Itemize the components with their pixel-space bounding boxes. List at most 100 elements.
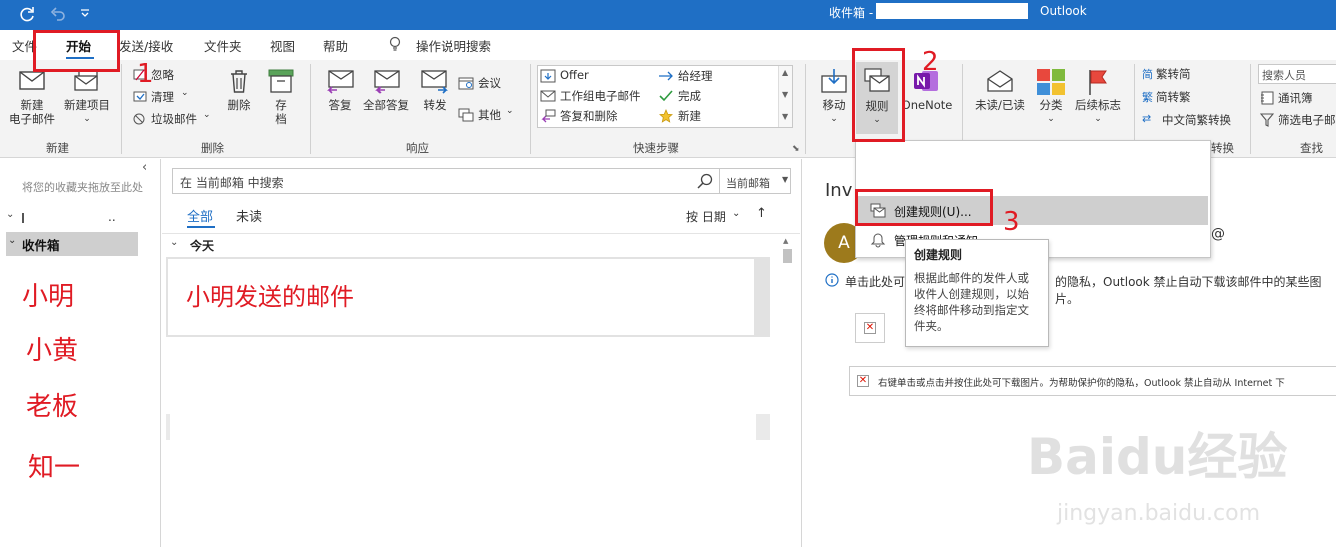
categorize-button[interactable]: 分类 ⌄	[1034, 68, 1068, 126]
annotation-box-create-rule	[855, 189, 993, 226]
search-scope-select[interactable]: 当前邮箱 ▼	[719, 168, 791, 194]
conversion-icon: ⇄	[1142, 112, 1152, 125]
dialog-launcher-icon[interactable]: ⬊	[792, 144, 800, 154]
message-subject: Inv	[825, 180, 853, 201]
customize-quick-access-icon[interactable]	[80, 8, 90, 18]
scroll-down-icon[interactable]: ▼	[782, 90, 788, 99]
subfolder-list: 小明 小黄 老板 知一	[20, 258, 131, 539]
reply-button[interactable]: 答复	[322, 68, 358, 112]
list-divider-bar	[166, 414, 770, 440]
conversion-icon: 简	[1142, 68, 1153, 81]
scroll-thumb[interactable]	[783, 249, 792, 263]
expand-gallery-icon[interactable]: ▼	[782, 112, 788, 121]
annotation-number-3: 3	[1003, 207, 1020, 237]
sync-icon[interactable]	[18, 5, 36, 23]
group-respond-label: 响应	[406, 141, 429, 155]
scroll-up-icon[interactable]: ▲	[783, 237, 788, 245]
broken-image-placeholder[interactable]: ✕	[855, 313, 885, 343]
filter-unread[interactable]: 未读	[236, 206, 262, 225]
account-name-mask	[22, 213, 24, 223]
search-people-input[interactable]: 搜索人员	[1258, 64, 1336, 84]
sort-by-date[interactable]: 按 日期	[686, 208, 726, 225]
new-email-button[interactable]: 新建 电子邮件	[6, 68, 58, 126]
chevron-down-icon[interactable]: ⌄	[732, 208, 740, 219]
mail-search-input[interactable]: 在 当前邮箱 中搜索	[172, 168, 720, 194]
forward-label: 转发	[423, 98, 447, 112]
group-separator	[1250, 64, 1251, 154]
subfolder-xiaohuang[interactable]: 小黄	[26, 330, 78, 367]
list-scrollbar[interactable]: ▲	[781, 233, 795, 547]
cleanup-button[interactable]: 清理 ⌄	[133, 88, 203, 105]
annotation-number-1: 1	[137, 59, 154, 89]
conversion-icon: 繁	[1142, 91, 1153, 104]
account-node[interactable]: ⌄ ..	[4, 209, 134, 227]
search-icon[interactable]	[697, 173, 713, 189]
forward-button[interactable]: 转发	[416, 68, 454, 112]
quickstep-reply-delete-label: 答复和删除	[560, 109, 618, 123]
download-images-banner[interactable]: ✕ 右键单击或点击并按住此处可下载图片。为帮助保护你的隐私，Outlook 禁止…	[849, 366, 1336, 396]
more-label: 其他	[478, 108, 501, 122]
filter-all-underline	[187, 226, 215, 228]
quickstep-new-label: 新建	[678, 109, 701, 123]
meeting-label: 会议	[478, 76, 501, 90]
folder-inbox-label: 收件箱	[22, 238, 60, 253]
group-header-today[interactable]: ⌄ 今天	[162, 233, 800, 255]
image-blocked-info-start[interactable]: 单击此处可	[845, 273, 905, 290]
scroll-up-icon[interactable]: ▲	[782, 68, 788, 77]
ignore-label: 忽略	[151, 68, 174, 82]
unread-read-button[interactable]: 未读/已读	[970, 68, 1030, 112]
subfolder-zhiyi[interactable]: 知一	[28, 447, 80, 484]
tab-send-receive[interactable]: 发送/接收	[119, 36, 173, 55]
archive-label-2: 档	[275, 112, 287, 126]
subfolder-xiaoming[interactable]: 小明	[22, 276, 74, 313]
chevron-down-icon: ⌄	[830, 114, 838, 124]
tab-help[interactable]: 帮助	[323, 36, 348, 55]
group-separator	[805, 64, 806, 154]
delete-button[interactable]: 删除	[222, 68, 256, 112]
quickstep-team-email-label: 工作组电子邮件	[560, 89, 641, 103]
search-people-placeholder: 搜索人员	[1262, 69, 1306, 82]
message-list-pane: 在 当前邮箱 中搜索 当前邮箱 ▼ 全部 未读 按 日期 ⌄ ↑ ⌄ 今天 小明…	[162, 159, 802, 547]
tab-view[interactable]: 视图	[270, 36, 295, 55]
window-title: 收件箱 -	[829, 6, 874, 20]
collapse-pane-icon[interactable]: ‹	[142, 160, 147, 175]
undo-icon[interactable]	[50, 5, 66, 23]
filter-email-label: 筛选电子邮	[1278, 113, 1336, 127]
group-separator	[310, 64, 311, 154]
subfolder-boss[interactable]: 老板	[26, 386, 78, 423]
download-images-notice: 右键单击或点击并按住此处可下载图片。为帮助保护你的隐私，Outlook 禁止自动…	[878, 378, 1285, 389]
filter-all[interactable]: 全部	[187, 206, 213, 225]
junk-label: 垃圾邮件	[151, 112, 197, 126]
onenote-label: OneNote	[901, 98, 953, 112]
sort-direction-arrow-icon[interactable]: ↑	[756, 206, 767, 221]
info-icon	[825, 273, 839, 287]
cleanup-label: 清理	[151, 90, 174, 104]
account-name-tail: ..	[108, 210, 116, 224]
quick-steps-scroll[interactable]: ▲ ▼ ▼	[778, 66, 792, 127]
archive-button[interactable]: 存 档	[264, 68, 298, 126]
more-respond-button[interactable]: 其他 ⌄	[458, 106, 518, 123]
annotation-box-home-tab	[33, 30, 120, 72]
group-header-today-label: 今天	[190, 239, 215, 253]
group-separator	[530, 64, 531, 154]
delete-label: 删除	[227, 98, 251, 112]
group-separator	[121, 64, 122, 154]
folder-inbox[interactable]: ⌄ 收件箱	[6, 232, 138, 256]
tell-me-search[interactable]: 操作说明搜索	[416, 36, 491, 55]
reply-all-button[interactable]: 全部答复	[360, 68, 412, 112]
follow-up-button[interactable]: 后续标志 ⌄	[1070, 68, 1126, 126]
tooltip-title: 创建规则	[914, 248, 963, 262]
group-new-label: 新建	[46, 141, 69, 155]
lightbulb-icon	[388, 36, 402, 52]
categorize-label: 分类	[1039, 98, 1063, 112]
tab-folder[interactable]: 文件夹	[204, 36, 242, 55]
watermark-brand: Baidu经验	[1027, 428, 1288, 486]
archive-label-1: 存	[275, 98, 287, 112]
junk-button[interactable]: 垃圾邮件 ⌄	[133, 110, 215, 127]
unread-read-label: 未读/已读	[975, 98, 1025, 112]
new-email-label-1: 新建	[20, 98, 44, 112]
chevron-down-icon: ⌄	[1094, 114, 1102, 124]
reply-all-label: 全部答复	[363, 98, 409, 112]
new-item-button[interactable]: 新建项目 ⌄	[60, 68, 114, 126]
move-button[interactable]: 移动 ⌄	[816, 68, 852, 126]
